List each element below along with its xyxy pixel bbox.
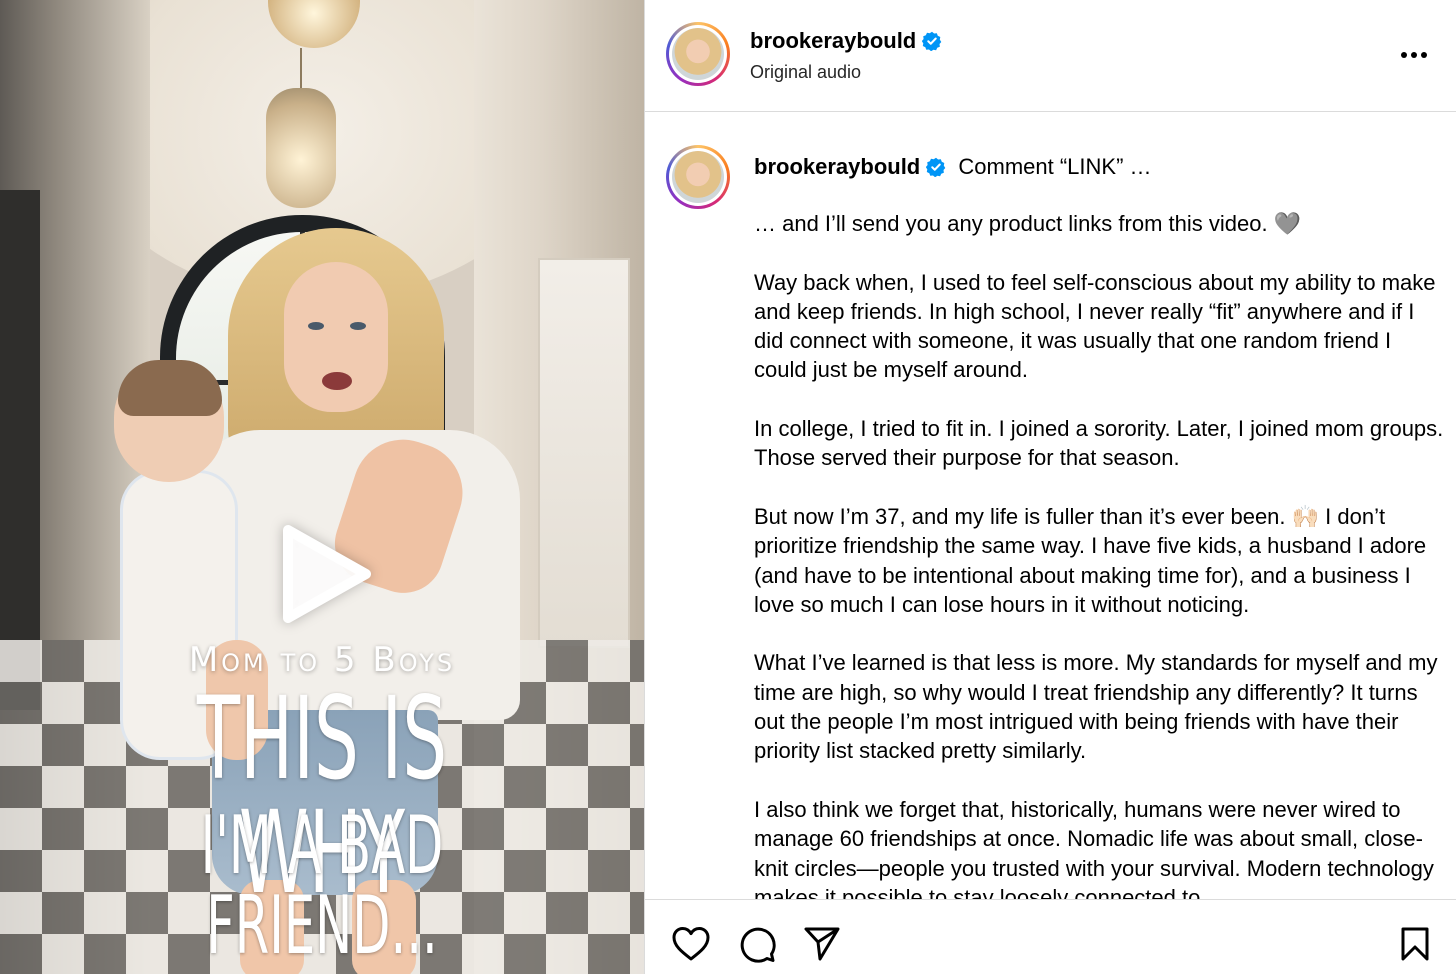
bookmark-icon: [1401, 927, 1429, 961]
caption-paragraph: I also think we forget that, historicall…: [754, 796, 1434, 899]
more-options-button[interactable]: [1397, 40, 1431, 70]
username-link[interactable]: brookeraybould: [750, 28, 916, 53]
heart-icon: [672, 927, 710, 961]
video-caption-tagline: I'M A BAD FRIEND...: [200, 799, 444, 972]
header-username-row[interactable]: brookeraybould: [750, 27, 942, 55]
play-button[interactable]: [266, 518, 378, 630]
caption-paragraph: In college, I tried to fit in. I joined …: [754, 416, 1444, 471]
action-bar: [645, 899, 1456, 974]
more-options-icon: [1401, 52, 1427, 58]
pendant-lantern: [266, 88, 336, 208]
woman-eye: [350, 322, 366, 330]
white-door: [538, 258, 630, 648]
caption-username-link[interactable]: brookeraybould: [754, 154, 920, 179]
woman-eye: [308, 322, 324, 330]
caption-paragraph: What I’ve learned is that less is more. …: [754, 650, 1438, 764]
caption-headline: Comment “LINK” …: [958, 154, 1152, 179]
verified-badge-icon: [926, 157, 946, 177]
send-icon: [804, 927, 840, 961]
caption-section[interactable]: brookeraybould Comment “LINK” … … and I’…: [645, 113, 1456, 899]
play-icon: [283, 525, 371, 623]
lantern-chain: [300, 48, 302, 90]
caption-paragraph: But now I’m 37, and my life is fuller th…: [754, 503, 1427, 617]
woman-mouth: [322, 372, 352, 390]
save-button[interactable]: [1395, 924, 1435, 964]
share-button[interactable]: [802, 924, 842, 964]
caption-avatar[interactable]: [666, 145, 730, 209]
caption-paragraph: Way back when, I used to feel self-consc…: [754, 269, 1436, 383]
post-panel: brookeraybould Original audio brookerayb…: [644, 0, 1456, 974]
avatar-photo: [672, 28, 724, 80]
post-header: brookeraybould Original audio: [645, 0, 1456, 112]
comment-button[interactable]: [737, 924, 777, 964]
caption-headline-row: brookeraybould Comment “LINK” …: [754, 153, 1152, 181]
dark-doorway: [0, 190, 40, 710]
profile-avatar[interactable]: [666, 22, 730, 86]
comment-icon: [740, 927, 776, 963]
like-button[interactable]: [671, 924, 711, 964]
caption-text: … and I’ll send you any product links fr…: [754, 209, 1444, 899]
baby-hair: [118, 360, 222, 416]
original-audio-link[interactable]: Original audio: [750, 61, 861, 83]
caption-paragraph: … and I’ll send you any product links fr…: [754, 211, 1302, 236]
reel-video[interactable]: Mom to 5 Boys THIS IS WHY I'M A BAD FRIE…: [0, 0, 644, 974]
avatar-photo: [672, 151, 724, 203]
verified-badge-icon: [922, 31, 942, 51]
